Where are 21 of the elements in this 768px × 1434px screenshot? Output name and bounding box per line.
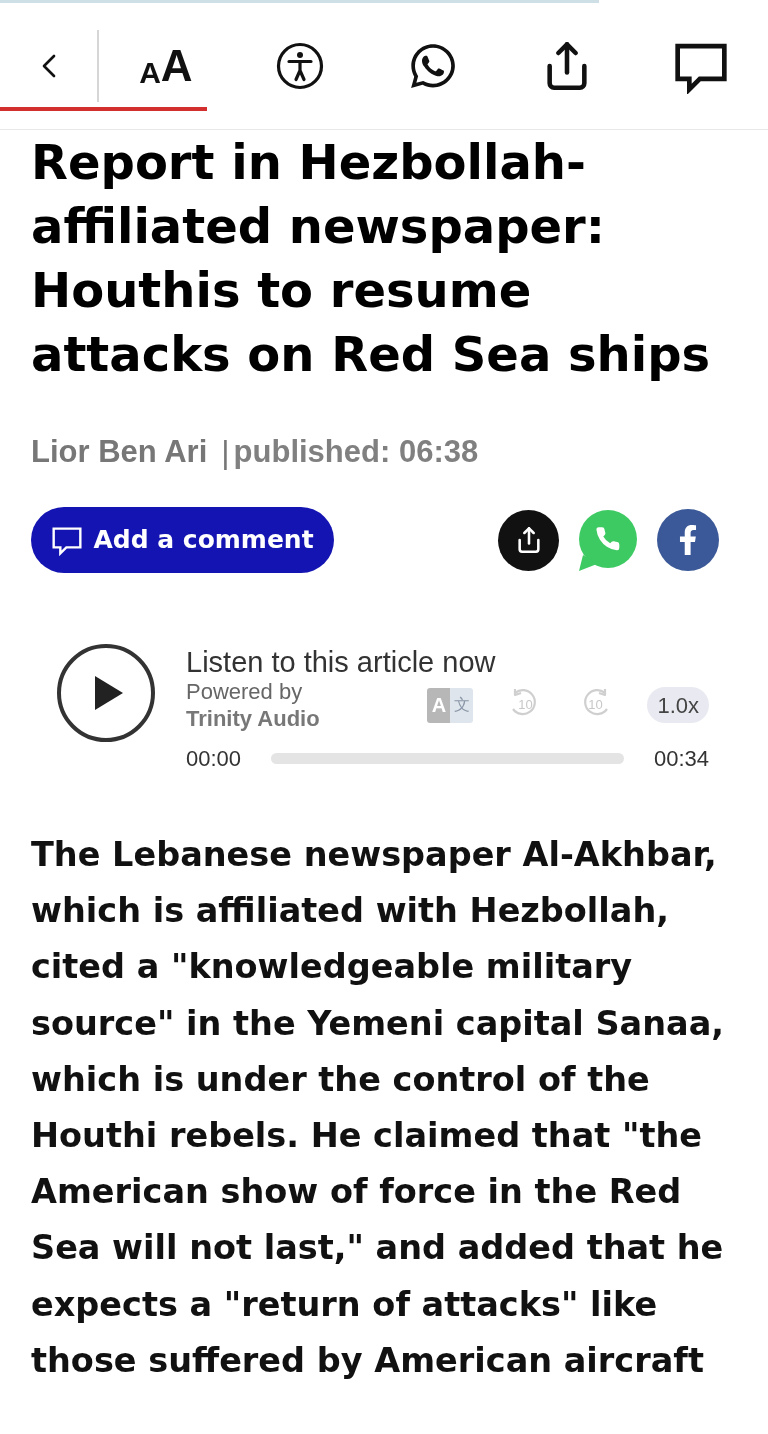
- article-headline: Report in Hezbollah-affiliated newspaper: Houthis to resume attacks on Red Sea ships: [31, 133, 712, 384]
- provider-name: Trinity Audio: [186, 705, 320, 732]
- comment-icon: [51, 524, 84, 556]
- audio-progress-track[interactable]: [271, 753, 624, 764]
- author-name: Lior Ben Ari: [31, 432, 208, 471]
- article-body: The Lebanese newspaper Al-Akhbar, which is affiliated with Hezbollah, cited a "knowledgeable military source" in the Yemeni capital Sanaa, which is under the control of the Houthi rebels. He claimed that "the American show of force in the Red Sea will not last," and added that he expects a "return of attacks" like those suffered by American aircraft: [31, 834, 725, 1382]
- publish-time: published: 06:38: [233, 432, 479, 471]
- powered-by-label: Powered by: [186, 678, 304, 705]
- add-comment-button[interactable]: Add a comment: [31, 507, 334, 573]
- share-button[interactable]: [498, 509, 559, 571]
- total-duration: 00:34: [653, 745, 709, 773]
- elapsed-time: 00:00: [186, 745, 242, 773]
- play-icon: [95, 676, 123, 710]
- text-size-button[interactable]: AA: [139, 44, 193, 88]
- listen-title: Listen to this article now: [186, 646, 497, 678]
- whatsapp-icon: [577, 509, 639, 571]
- accessibility-icon: [275, 42, 324, 90]
- accessibility-button[interactable]: [275, 42, 324, 90]
- byline-separator: |: [221, 433, 230, 472]
- play-button[interactable]: [57, 644, 155, 742]
- playback-speed-button[interactable]: 1.0x: [647, 687, 709, 723]
